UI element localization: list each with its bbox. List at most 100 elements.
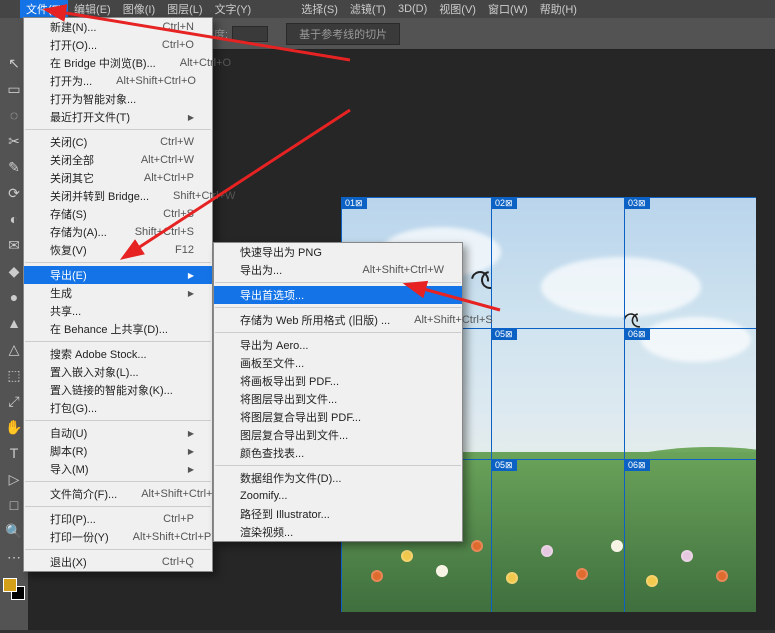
tool-path[interactable]: T — [3, 442, 25, 464]
menu-type[interactable]: 文字(Y) — [209, 0, 258, 19]
slice-label[interactable]: 06⊠ — [624, 328, 650, 340]
menu-item-label: 图层复合导出到文件... — [240, 427, 348, 443]
file-menu-item[interactable]: 生成 — [24, 284, 212, 302]
file-menu-item[interactable]: 存储为(A)...Shift+Ctrl+S — [24, 223, 212, 241]
menu-view[interactable]: 视图(V) — [433, 0, 482, 19]
menu-item-label: 文件简介(F)... — [50, 486, 117, 502]
tool-crop[interactable]: ✂ — [3, 130, 25, 152]
menu-separator — [25, 549, 211, 550]
menu-separator — [25, 129, 211, 130]
menu-filter[interactable]: 滤镜(T) — [344, 0, 392, 19]
tool-brush[interactable]: ◐ — [3, 208, 25, 230]
tool-eyedropper[interactable]: ✎ — [3, 156, 25, 178]
menu-select[interactable]: 选择(S) — [295, 0, 344, 19]
file-menu-item[interactable]: 存储(S)Ctrl+S — [24, 205, 212, 223]
file-menu-item[interactable]: 导出(E) — [24, 266, 212, 284]
menu-item-label: 关闭其它 — [50, 170, 94, 186]
tool-stamp[interactable]: ✉ — [3, 234, 25, 256]
tool-type[interactable]: ✋ — [3, 416, 25, 438]
menu-item-shortcut: Ctrl+S — [163, 208, 194, 220]
tool-pen[interactable]: ⤢ — [3, 390, 25, 412]
slice-label[interactable]: 06⊠ — [624, 459, 650, 471]
export-menu-item[interactable]: 渲染视频... — [214, 523, 462, 541]
file-menu-item[interactable]: 自动(U) — [24, 424, 212, 442]
flower — [371, 570, 383, 582]
color-swatches[interactable] — [3, 578, 25, 600]
export-menu-item[interactable]: 快速导出为 PNG — [214, 243, 462, 261]
tool-zoom[interactable]: 🔍 — [3, 520, 25, 542]
slice-label[interactable]: 05⊠ — [491, 328, 517, 340]
file-menu-item[interactable]: 关闭其它 Alt+Ctrl+P — [24, 169, 212, 187]
file-menu-item[interactable]: 打开(O)...Ctrl+O — [24, 36, 212, 54]
tool-lasso[interactable]: ◌ — [3, 104, 25, 126]
tool-shape[interactable]: ▷ — [3, 468, 25, 490]
export-menu-item[interactable]: 导出首选项... — [214, 286, 462, 304]
file-menu-item[interactable]: 恢复(V)F12 — [24, 241, 212, 259]
slice-label[interactable]: 02⊠ — [491, 197, 517, 209]
file-menu-item[interactable]: 打包(G)... — [24, 399, 212, 417]
export-menu-item[interactable]: 导出为 Aero... — [214, 336, 462, 354]
tool-gradient[interactable]: ▲ — [3, 312, 25, 334]
file-menu-item[interactable]: 脚本(R) — [24, 442, 212, 460]
menu-item-label: 在 Bridge 中浏览(B)... — [50, 55, 156, 71]
file-menu-item[interactable]: 退出(X)Ctrl+Q — [24, 553, 212, 571]
tool-eraser[interactable]: ● — [3, 286, 25, 308]
export-menu-item[interactable]: 将图层导出到文件... — [214, 390, 462, 408]
file-menu-item[interactable]: 置入链接的智能对象(K)... — [24, 381, 212, 399]
menu-item-label: 打开(O)... — [50, 37, 97, 53]
slice-label[interactable]: 01⊠ — [341, 197, 367, 209]
menu-item-label: 导出为... — [240, 262, 282, 278]
export-menu-item[interactable]: 将图层复合导出到 PDF... — [214, 408, 462, 426]
menu-window[interactable]: 窗口(W) — [482, 0, 534, 19]
tool-marquee[interactable]: ▭ — [3, 78, 25, 100]
file-menu-item[interactable]: 导入(M) — [24, 460, 212, 478]
file-menu-item[interactable]: 打开为智能对象... — [24, 90, 212, 108]
file-menu-item[interactable]: 打印(P)...Ctrl+P — [24, 510, 212, 528]
menu-item-shortcut: Alt+Shift+Ctrl+P — [133, 531, 212, 543]
export-menu-item[interactable]: 将画板导出到 PDF... — [214, 372, 462, 390]
file-menu-item[interactable]: 搜索 Adobe Stock... — [24, 345, 212, 363]
file-menu-item[interactable]: 在 Behance 上共享(D)... — [24, 320, 212, 338]
menu-help[interactable]: 帮助(H) — [534, 0, 583, 19]
tool-more[interactable]: ⋯ — [3, 546, 25, 568]
menu-item-label: 存储为 Web 所用格式 (旧版) ... — [240, 312, 390, 328]
file-menu-item[interactable]: 打开为...Alt+Shift+Ctrl+O — [24, 72, 212, 90]
top-menubar[interactable]: 文件(F) 编辑(E) 图像(I) 图层(L) 文字(Y) 选择(S) 滤镜(T… — [0, 0, 775, 18]
file-menu-item[interactable]: 新建(N)...Ctrl+N — [24, 18, 212, 36]
export-menu-item[interactable]: 存储为 Web 所用格式 (旧版) ...Alt+Shift+Ctrl+S — [214, 311, 462, 329]
file-menu-item[interactable]: 在 Bridge 中浏览(B)...Alt+Ctrl+O — [24, 54, 212, 72]
file-menu-item[interactable]: 文件简介(F)...Alt+Shift+Ctrl+I — [24, 485, 212, 503]
slice-label[interactable]: 05⊠ — [491, 459, 517, 471]
menu-item-shortcut: Alt+Ctrl+P — [144, 172, 194, 184]
export-menu-item[interactable]: 图层复合导出到文件... — [214, 426, 462, 444]
tool-hand[interactable]: □ — [3, 494, 25, 516]
tool-dodge[interactable]: ⬚ — [3, 364, 25, 386]
menu-item-shortcut: Ctrl+W — [160, 136, 194, 148]
export-menu-item[interactable]: 数据组作为文件(D)... — [214, 469, 462, 487]
file-menu-item[interactable]: 关闭并转到 Bridge...Shift+Ctrl+W — [24, 187, 212, 205]
tool-move[interactable]: ↖ — [3, 52, 25, 74]
file-menu-item[interactable]: 最近打开文件(T) — [24, 108, 212, 126]
tool-blur[interactable]: △ — [3, 338, 25, 360]
file-menu-item[interactable]: 打印一份(Y) Alt+Shift+Ctrl+P — [24, 528, 212, 546]
export-menu-item[interactable]: 颜色查找表... — [214, 444, 462, 462]
flower — [716, 570, 728, 582]
menu-3d[interactable]: 3D(D) — [392, 1, 433, 17]
slice-label[interactable]: 03⊠ — [624, 197, 650, 209]
file-menu-item[interactable]: 共享... — [24, 302, 212, 320]
slice-from-guides-button[interactable]: 基于参考线的切片 — [286, 23, 400, 45]
export-submenu[interactable]: 快速导出为 PNG导出为...Alt+Shift+Ctrl+W 导出首选项... 存… — [213, 242, 463, 542]
export-menu-item[interactable]: 路径到 Illustrator... — [214, 505, 462, 523]
file-menu[interactable]: 新建(N)...Ctrl+N打开(O)...Ctrl+O在 Bridge 中浏览… — [23, 17, 213, 572]
file-menu-item[interactable]: 关闭(C)Ctrl+W — [24, 133, 212, 151]
file-menu-item[interactable]: 关闭全部Alt+Ctrl+W — [24, 151, 212, 169]
export-menu-item[interactable]: 画板至文件... — [214, 354, 462, 372]
tool-history[interactable]: ◆ — [3, 260, 25, 282]
tool-heal[interactable]: ⟳ — [3, 182, 25, 204]
export-menu-item[interactable]: Zoomify... — [214, 487, 462, 505]
cloud-shape — [541, 257, 701, 317]
menu-item-label: 打印一份(Y) — [50, 529, 109, 545]
file-menu-item[interactable]: 置入嵌入对象(L)... — [24, 363, 212, 381]
fg-swatch[interactable] — [3, 578, 17, 592]
export-menu-item[interactable]: 导出为...Alt+Shift+Ctrl+W — [214, 261, 462, 279]
